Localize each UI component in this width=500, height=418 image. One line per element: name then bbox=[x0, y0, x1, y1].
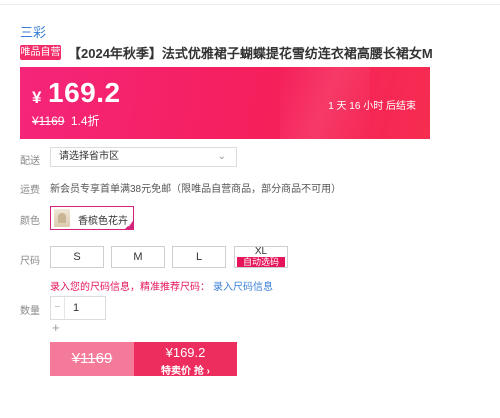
checkmark-icon: ✓ bbox=[127, 222, 133, 229]
color-option-label: 香槟色花卉 bbox=[78, 216, 128, 227]
original-price: ¥1169 bbox=[32, 114, 65, 128]
color-label: 颜色 bbox=[20, 216, 40, 227]
freight-label: 运费 bbox=[20, 185, 40, 196]
quantity-label: 数量 bbox=[20, 306, 40, 317]
size-option-xl-label: XL bbox=[254, 246, 268, 257]
price-banner: ¥ 169.2 ¥1169 1.4折 1 天 16 小时 后结束 bbox=[20, 67, 430, 139]
brand-link[interactable]: 三彩 bbox=[20, 22, 46, 41]
buy-sale-label: 特卖价 抢 › bbox=[161, 366, 210, 377]
size-option-s[interactable]: S bbox=[50, 246, 104, 268]
buy-sale-price: ¥169.2 bbox=[165, 345, 206, 360]
region-select-value: 请选择省市区 bbox=[59, 151, 119, 162]
color-thumbnail bbox=[54, 209, 70, 227]
discount-rate: 1.4折 bbox=[70, 114, 100, 128]
quantity-increase-button[interactable]: + bbox=[52, 320, 60, 335]
size-hint: 录入您的尺码信息，精准推荐尺码： 录入尺码信息 bbox=[50, 278, 273, 293]
price-currency: ¥ bbox=[32, 88, 42, 107]
delivery-label: 配送 bbox=[20, 156, 40, 167]
size-option-xl[interactable]: XL 自动选码 bbox=[234, 246, 288, 268]
original-price-row: ¥1169 1.4折 bbox=[32, 112, 100, 129]
quantity-decrease-button[interactable]: − bbox=[51, 297, 65, 319]
color-option-selected[interactable]: 香槟色花卉 ✓ bbox=[50, 206, 134, 230]
sale-countdown: 1 天 16 小时 后结束 bbox=[328, 101, 416, 112]
auto-size-tag: 自动选码 bbox=[237, 257, 285, 267]
top-divider bbox=[0, 4, 500, 5]
original-price-button[interactable]: ¥1169 bbox=[50, 342, 134, 376]
freight-policy: 新会员专享首单满38元免邮（限唯品自营商品，部分商品不可用） bbox=[50, 184, 342, 195]
size-option-m[interactable]: M bbox=[111, 246, 165, 268]
size-option-l[interactable]: L bbox=[172, 246, 226, 268]
size-label: 尺码 bbox=[20, 256, 40, 267]
quantity-stepper: − bbox=[50, 296, 106, 320]
region-select[interactable]: 请选择省市区 ⌄ bbox=[50, 147, 237, 167]
chevron-down-icon: ⌄ bbox=[217, 151, 226, 162]
enter-size-link[interactable]: 录入尺码信息 bbox=[213, 282, 273, 293]
quantity-input[interactable] bbox=[65, 297, 105, 319]
size-hint-text: 录入您的尺码信息，精准推荐尺码： bbox=[50, 282, 210, 293]
current-price: 169.2 bbox=[48, 77, 121, 108]
buy-now-button[interactable]: ¥169.2 特卖价 抢 › bbox=[134, 342, 237, 377]
self-operated-badge: 唯品自营 bbox=[20, 45, 61, 60]
product-title: 【2024年秋季】法式优雅裙子蝴蝶提花雪纺连衣裙高腰长裙女M bbox=[68, 46, 433, 61]
